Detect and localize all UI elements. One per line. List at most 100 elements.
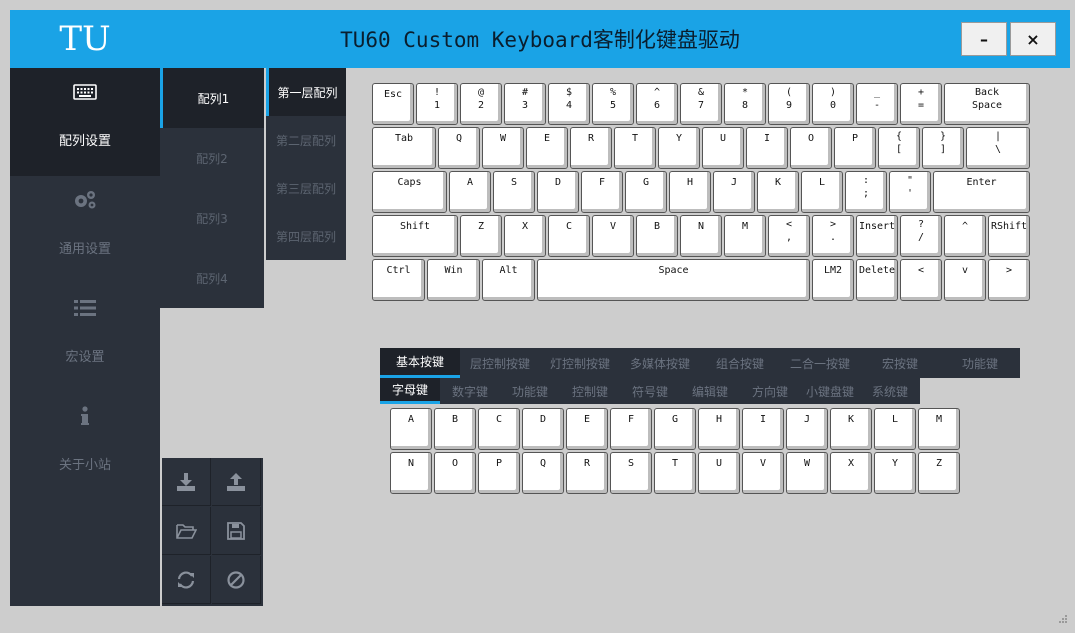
sidebar-item-general[interactable]: 通用设置	[10, 176, 160, 284]
key-symbol[interactable]: :;	[845, 171, 887, 213]
key-a[interactable]: A	[449, 171, 491, 213]
key-y[interactable]: Y	[658, 127, 700, 169]
palette-key[interactable]: T	[654, 452, 696, 494]
key-lm2[interactable]: LM2	[812, 259, 854, 301]
tab-subcategory[interactable]: 系统键	[860, 378, 920, 404]
open-button[interactable]	[162, 507, 211, 555]
key-symbol[interactable]: | \	[966, 127, 1030, 169]
key-symbol[interactable]: <,	[768, 215, 810, 257]
palette-key[interactable]: O	[434, 452, 476, 494]
palette-key[interactable]: N	[390, 452, 432, 494]
profile-1[interactable]: 配列1	[160, 68, 264, 128]
key-j[interactable]: J	[713, 171, 755, 213]
key-enter[interactable]: Enter	[933, 171, 1030, 213]
key-back[interactable]: Back Space	[944, 83, 1030, 125]
key-win[interactable]: Win	[427, 259, 480, 301]
palette-key[interactable]: Q	[522, 452, 564, 494]
key-symbol[interactable]: ^	[944, 215, 986, 257]
key-caps[interactable]: Caps	[372, 171, 447, 213]
palette-key[interactable]: I	[742, 408, 784, 450]
layer-3[interactable]: 第三层配列	[266, 164, 346, 212]
key-symbol[interactable]: ! 1	[416, 83, 458, 125]
key-alt[interactable]: Alt	[482, 259, 535, 301]
key-esc[interactable]: Esc	[372, 83, 414, 125]
key-g[interactable]: G	[625, 171, 667, 213]
key-b[interactable]: B	[636, 215, 678, 257]
key-h[interactable]: H	[669, 171, 711, 213]
profile-2[interactable]: 配列2	[160, 128, 264, 188]
key-insert[interactable]: Insert	[856, 215, 898, 257]
key-symbol[interactable]: <	[900, 259, 942, 301]
key-shift[interactable]: Shift	[372, 215, 458, 257]
tab-subcategory[interactable]: 小键盘键	[800, 378, 860, 404]
key-space[interactable]: Space	[537, 259, 810, 301]
sidebar-item-about[interactable]: 关于小站	[10, 392, 160, 500]
key-d[interactable]: D	[537, 171, 579, 213]
refresh-button[interactable]	[162, 556, 211, 604]
tab-category[interactable]: 基本按键	[380, 348, 460, 378]
key-f[interactable]: F	[581, 171, 623, 213]
key-s[interactable]: S	[493, 171, 535, 213]
palette-key[interactable]: X	[830, 452, 872, 494]
tab-subcategory[interactable]: 字母键	[380, 378, 440, 404]
tab-subcategory[interactable]: 编辑键	[680, 378, 740, 404]
key-symbol[interactable]: ^ 6	[636, 83, 678, 125]
tab-category[interactable]: 灯控制按键	[540, 348, 620, 378]
palette-key[interactable]: D	[522, 408, 564, 450]
key-r[interactable]: R	[570, 127, 612, 169]
palette-key[interactable]: W	[786, 452, 828, 494]
key-z[interactable]: Z	[460, 215, 502, 257]
key-t[interactable]: T	[614, 127, 656, 169]
key-rshift[interactable]: RShift	[988, 215, 1030, 257]
palette-key[interactable]: K	[830, 408, 872, 450]
key-ctrl[interactable]: Ctrl	[372, 259, 425, 301]
tab-subcategory[interactable]: 功能键	[500, 378, 560, 404]
key-c[interactable]: C	[548, 215, 590, 257]
layer-4[interactable]: 第四层配列	[266, 212, 346, 260]
tab-subcategory[interactable]: 数字键	[440, 378, 500, 404]
key-symbol[interactable]: #3	[504, 83, 546, 125]
key-delete[interactable]: Delete	[856, 259, 898, 301]
key-symbol[interactable]: ) 0	[812, 83, 854, 125]
palette-key[interactable]: A	[390, 408, 432, 450]
key-symbol[interactable]: }]	[922, 127, 964, 169]
key-symbol[interactable]: ? /	[900, 215, 942, 257]
tab-subcategory[interactable]: 符号键	[620, 378, 680, 404]
profile-4[interactable]: 配列4	[160, 248, 264, 308]
key-symbol[interactable]: + =	[900, 83, 942, 125]
tab-subcategory[interactable]: 控制键	[560, 378, 620, 404]
key-symbol[interactable]: & 7	[680, 83, 722, 125]
key-w[interactable]: W	[482, 127, 524, 169]
palette-key[interactable]: F	[610, 408, 652, 450]
key-i[interactable]: I	[746, 127, 788, 169]
palette-key[interactable]: Y	[874, 452, 916, 494]
palette-key[interactable]: S	[610, 452, 652, 494]
key-q[interactable]: Q	[438, 127, 480, 169]
key-k[interactable]: K	[757, 171, 799, 213]
tab-category[interactable]: 功能键	[940, 348, 1020, 378]
key-o[interactable]: O	[790, 127, 832, 169]
key-u[interactable]: U	[702, 127, 744, 169]
key-symbol[interactable]: * 8	[724, 83, 766, 125]
tab-subcategory[interactable]: 方向键	[740, 378, 800, 404]
key-v[interactable]: v	[944, 259, 986, 301]
key-m[interactable]: M	[724, 215, 766, 257]
key-l[interactable]: L	[801, 171, 843, 213]
palette-key[interactable]: G	[654, 408, 696, 450]
palette-key[interactable]: R	[566, 452, 608, 494]
key-x[interactable]: X	[504, 215, 546, 257]
key-p[interactable]: P	[834, 127, 876, 169]
sidebar-item-macro[interactable]: 宏设置	[10, 284, 160, 392]
layer-1[interactable]: 第一层配列	[266, 68, 346, 116]
palette-key[interactable]: P	[478, 452, 520, 494]
key-n[interactable]: N	[680, 215, 722, 257]
tab-category[interactable]: 多媒体按键	[620, 348, 700, 378]
tab-category[interactable]: 层控制按键	[460, 348, 540, 378]
tab-category[interactable]: 二合一按键	[780, 348, 860, 378]
key-symbol[interactable]: $4	[548, 83, 590, 125]
palette-key[interactable]: L	[874, 408, 916, 450]
key-symbol[interactable]: >	[988, 259, 1030, 301]
save-button[interactable]	[212, 507, 261, 555]
layer-2[interactable]: 第二层配列	[266, 116, 346, 164]
key-e[interactable]: E	[526, 127, 568, 169]
